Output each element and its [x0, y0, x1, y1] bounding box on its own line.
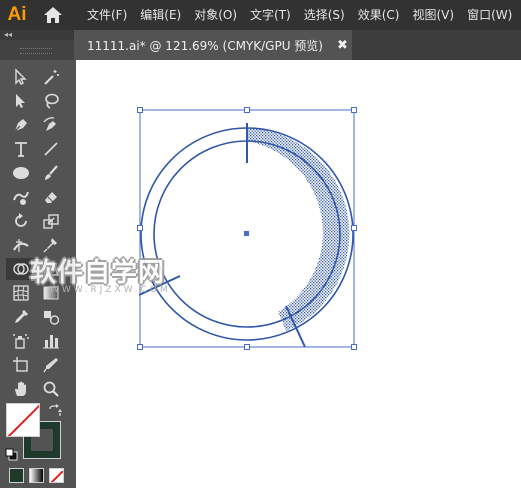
hand-tool-icon[interactable]: [8, 378, 34, 400]
blend-tool-icon[interactable]: [38, 306, 64, 328]
menu-effect[interactable]: 效果(C): [353, 0, 405, 30]
direct-selection-icon[interactable]: [8, 90, 34, 112]
menu-object[interactable]: 对象(O): [189, 0, 242, 30]
menu-file[interactable]: 文件(F): [82, 0, 132, 30]
rotate-tool-icon[interactable]: [8, 210, 34, 232]
curvature-tool-icon[interactable]: [38, 114, 64, 136]
scale-tool-icon[interactable]: [38, 210, 64, 232]
center-point: [244, 231, 249, 236]
document-tab[interactable]: 11111.ai* @ 121.69% (CMYK/GPU 预览) ✖: [76, 30, 352, 60]
default-colors-icon[interactable]: [5, 446, 18, 461]
type-tool-icon[interactable]: [8, 138, 34, 160]
lasso-icon[interactable]: [38, 90, 64, 112]
document-tab-title: 11111.ai* @ 121.69% (CMYK/GPU 预览): [87, 38, 323, 53]
eraser-icon[interactable]: [38, 186, 64, 208]
zoom-tool-icon[interactable]: [38, 378, 64, 400]
slice-tool-icon[interactable]: [38, 354, 64, 376]
panel-collapse-button[interactable]: ◂◂: [0, 30, 74, 40]
menu-window[interactable]: 窗口(W): [462, 0, 517, 30]
menu-view[interactable]: 视图(V): [407, 0, 459, 30]
artwork[interactable]: [76, 60, 521, 488]
artboard-tool-icon[interactable]: [8, 354, 34, 376]
column-graph-icon[interactable]: [38, 330, 64, 352]
tools-panel: [0, 60, 74, 488]
width-tool-icon[interactable]: [8, 234, 34, 256]
shaper-tool-icon[interactable]: [8, 186, 34, 208]
puppet-warp-icon[interactable]: [38, 234, 64, 256]
menu-bar: Ai 文件(F) 编辑(E) 对象(O) 文字(T) 选择(S) 效果(C) 视…: [0, 0, 521, 30]
selection-tool-icon[interactable]: [8, 66, 34, 88]
grip-bar: [20, 48, 52, 54]
perspective-grid-icon[interactable]: [38, 258, 64, 280]
eyedropper-icon[interactable]: [8, 306, 34, 328]
ellipse-tool-icon[interactable]: [8, 162, 34, 184]
menu-edit[interactable]: 编辑(E): [135, 0, 186, 30]
swap-fill-stroke-icon[interactable]: [48, 403, 62, 417]
close-tab-icon[interactable]: ✖: [337, 38, 348, 53]
gradient-tool-icon[interactable]: [38, 282, 64, 304]
mesh-tool-icon[interactable]: [8, 282, 34, 304]
none-mode-button[interactable]: [49, 468, 64, 483]
app-logo: Ai: [7, 4, 27, 25]
shape-builder-icon[interactable]: [6, 258, 36, 280]
artboard-canvas[interactable]: [76, 60, 521, 488]
symbol-sprayer-icon[interactable]: [8, 330, 34, 352]
menu-type[interactable]: 文字(T): [245, 0, 296, 30]
pen-tool-icon[interactable]: [8, 114, 34, 136]
line-segment-icon[interactable]: [38, 138, 64, 160]
hatched-ring-segment[interactable]: [247, 128, 350, 331]
menu-select[interactable]: 选择(S): [299, 0, 350, 30]
panel-grip[interactable]: [0, 40, 74, 60]
color-mode-button[interactable]: [9, 468, 24, 483]
gradient-mode-button[interactable]: [29, 468, 44, 483]
home-icon[interactable]: [38, 0, 68, 30]
paintbrush-icon[interactable]: [38, 162, 64, 184]
tab-strip: [352, 30, 521, 60]
main-menu: 文件(F) 编辑(E) 对象(O) 文字(T) 选择(S) 效果(C) 视图(V…: [82, 0, 520, 30]
magic-wand-icon[interactable]: [38, 66, 64, 88]
fill-color-swatch[interactable]: [6, 403, 40, 437]
